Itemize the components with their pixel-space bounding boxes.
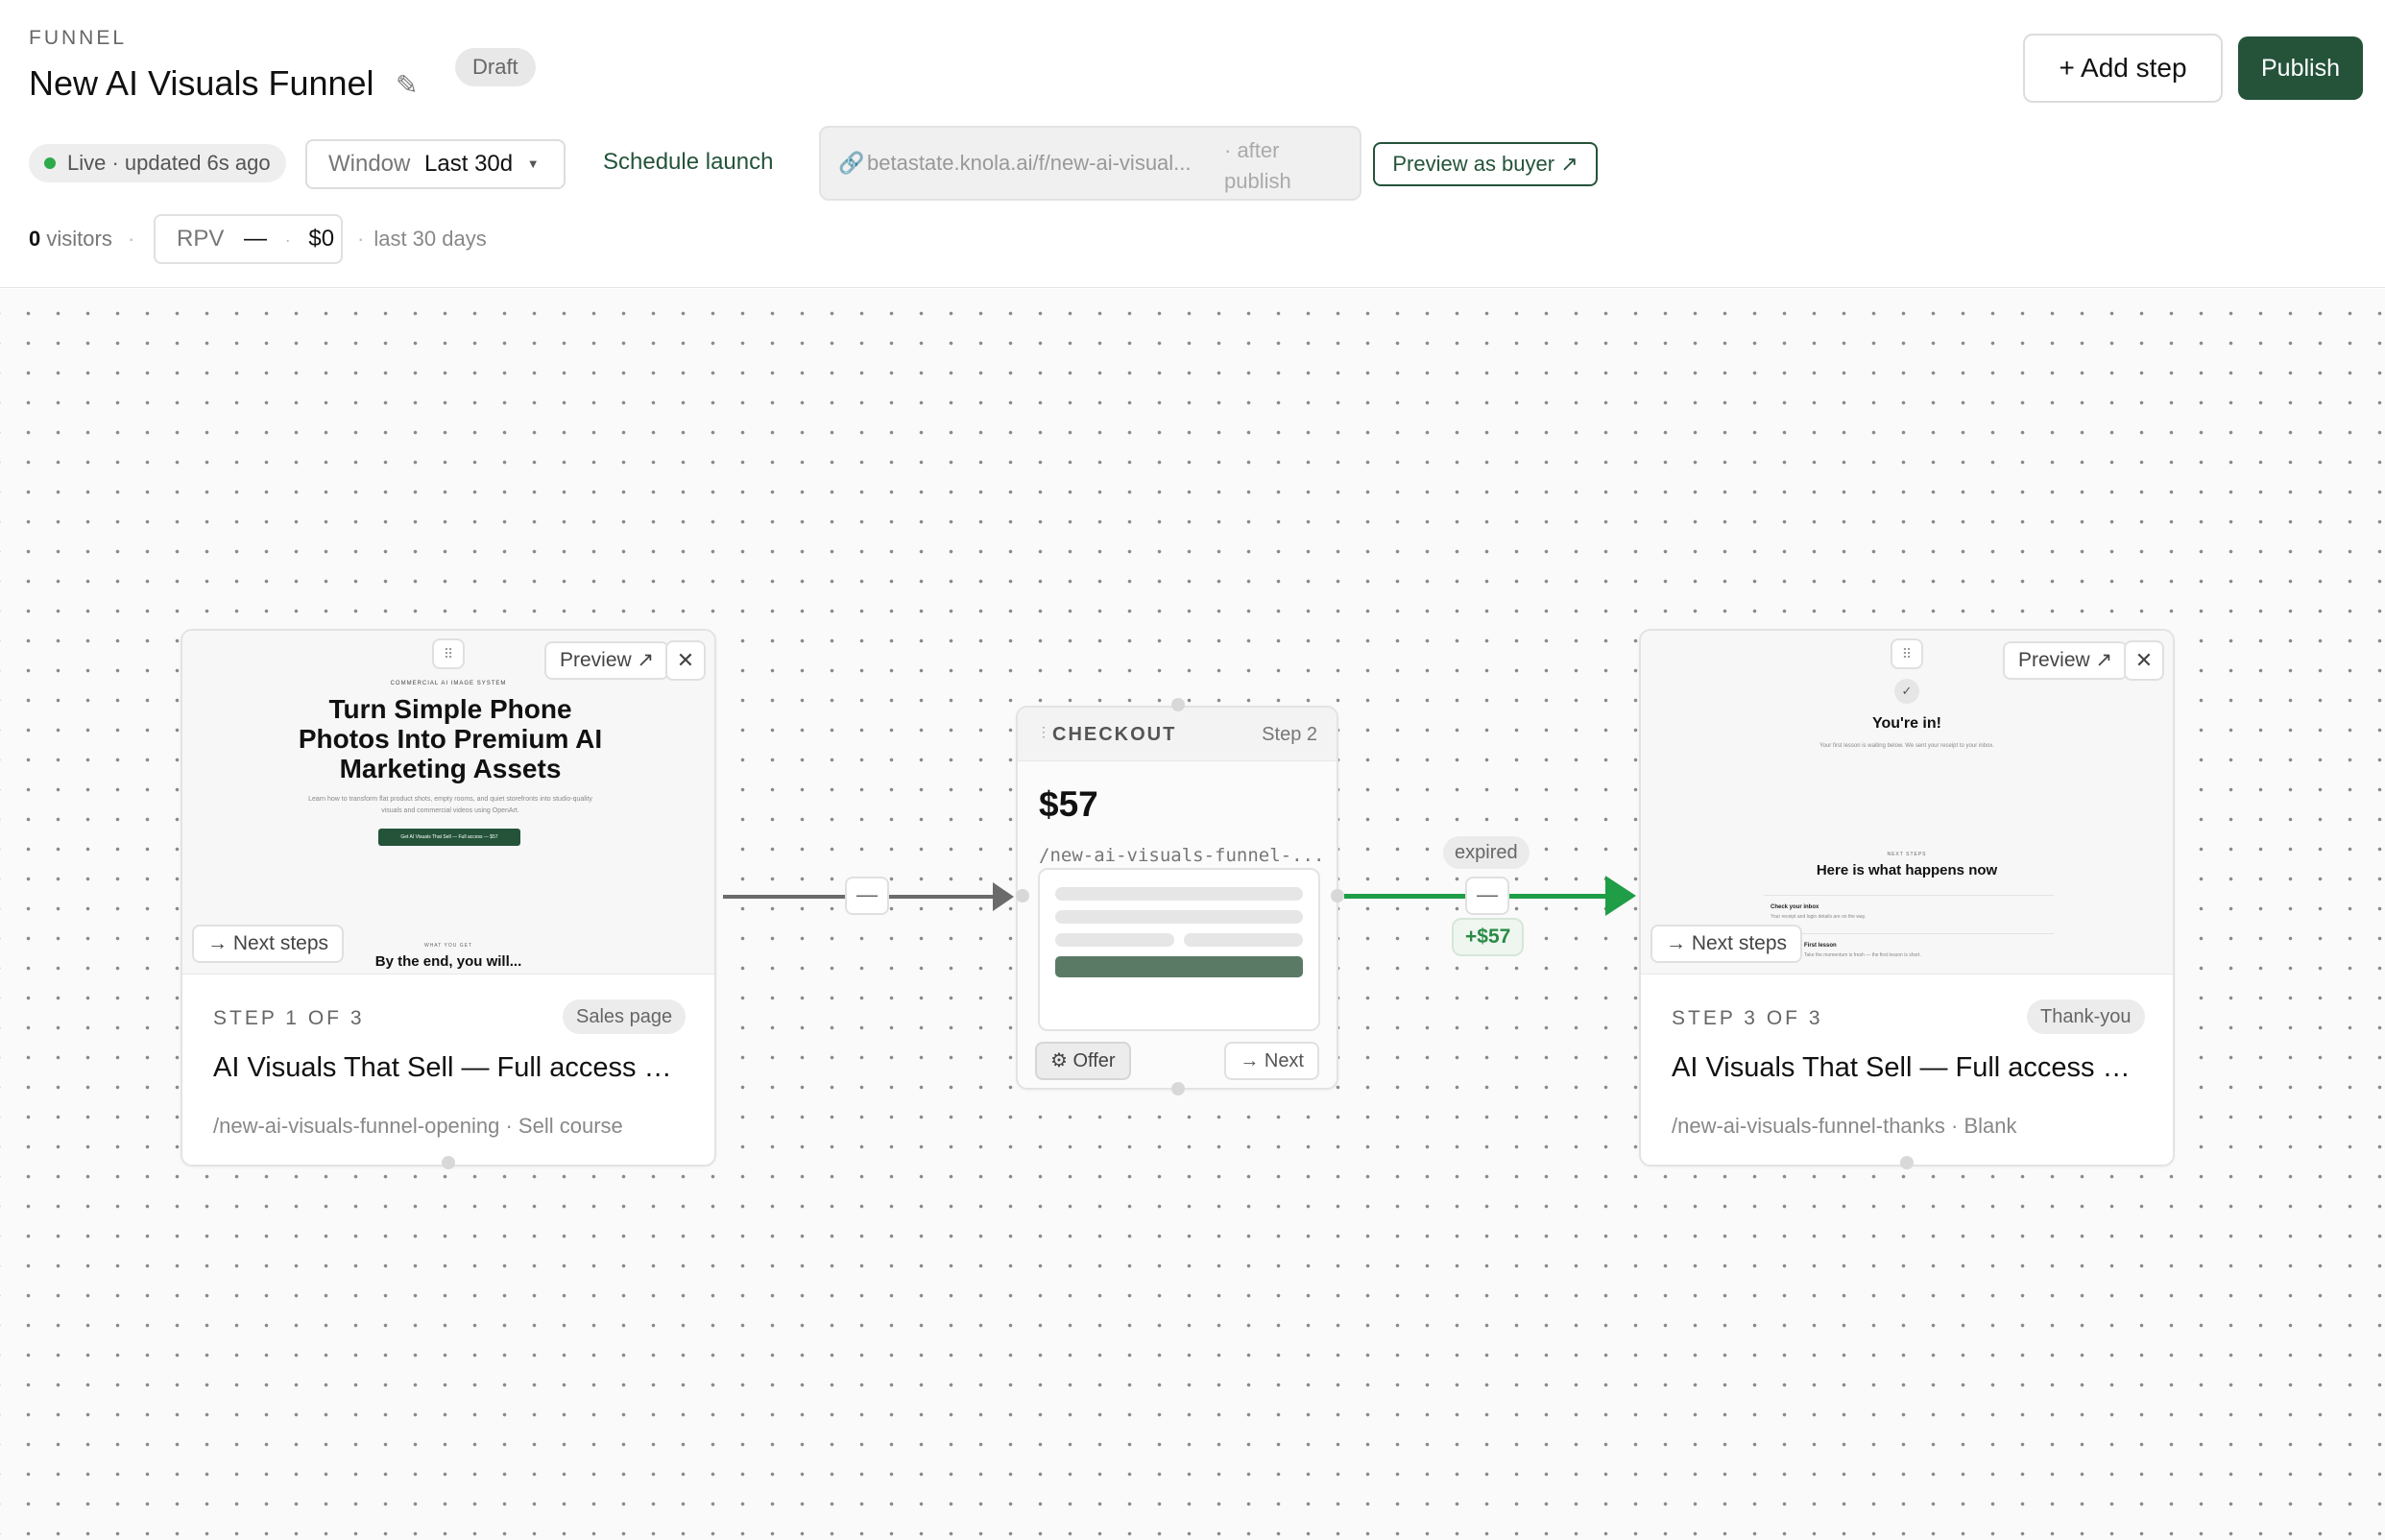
step3-bottom-port[interactable]	[1900, 1156, 1914, 1169]
offer-button[interactable]: ⚙ Offer	[1035, 1042, 1131, 1080]
thumb-headline: Turn Simple Phone Photos Into Premium AI…	[298, 694, 603, 783]
step-type-badge: Thank-you	[2027, 999, 2145, 1034]
checkout-price: $57	[1039, 784, 1098, 824]
drag-handle-icon[interactable]: ⋮	[1037, 724, 1050, 740]
thumb-item2: First lesson	[1804, 943, 1837, 949]
visitors-count: 0	[29, 227, 41, 251]
form-line	[1055, 887, 1303, 901]
checkout-header: ⋮ CHECKOUT Step 2	[1018, 708, 1337, 761]
thumb-item1-body: Your receipt and login details are on th…	[1771, 914, 1867, 920]
step-card-3[interactable]: ✓ You're in! Your first lesson is waitin…	[1639, 629, 2175, 1167]
caret-down-icon: ▼	[526, 156, 540, 171]
step-title: AI Visuals That Sell — Full access — ...	[213, 1052, 693, 1083]
checkout-preview-form	[1038, 868, 1320, 1031]
live-status-label: Live · updated 6s ago	[67, 151, 271, 175]
next-button[interactable]: → Next	[1224, 1042, 1319, 1080]
next-steps-button[interactable]: → Next steps	[192, 925, 345, 963]
edge-arrowhead-green-icon	[1605, 876, 1636, 916]
step-path: /new-ai-visuals-funnel-opening · Sell co…	[213, 1114, 623, 1138]
edge-revenue-badge: +$57	[1452, 918, 1525, 956]
thumb-body: Your first lesson is waiting below. We s…	[1819, 743, 1994, 749]
rpv-label: RPV	[177, 226, 225, 252]
form-line	[1055, 933, 1174, 947]
checkout-kind-label: CHECKOUT	[1052, 724, 1177, 745]
publish-button[interactable]: Publish	[2238, 36, 2363, 100]
funnel-canvas[interactable]: — expired — +$57 COMMERCIAL AI IMAGE SYS…	[0, 289, 2385, 1540]
period-separator: ·	[357, 227, 365, 251]
step1-thumbnail[interactable]: COMMERCIAL AI IMAGE SYSTEM Turn Simple P…	[182, 631, 714, 975]
period-label: · last 30 days	[357, 227, 487, 252]
thumb-item1: Check your inbox	[1771, 904, 1819, 910]
live-status-badge: Live · updated 6s ago	[29, 144, 286, 182]
funnel-url-field: 🔗 betastate.knola.ai/f/new-ai-visual... …	[819, 126, 1361, 201]
step-label: STEP 1 OF 3	[213, 1007, 365, 1029]
period-text: last 30 days	[373, 227, 487, 251]
step-card-1[interactable]: COMMERCIAL AI IMAGE SYSTEM Turn Simple P…	[181, 629, 716, 1167]
rpv-stat: RPV — · $0	[154, 214, 343, 264]
stat-separator: ·	[127, 227, 135, 251]
thumb-cta-button: Get AI Visuals That Sell — Full access —…	[378, 829, 520, 846]
edge1-options-button[interactable]: —	[845, 877, 889, 915]
edge-expired-badge: expired	[1443, 836, 1530, 869]
preview-button[interactable]: Preview ↗	[2003, 641, 2129, 680]
step3-thumbnail[interactable]: ✓ You're in! Your first lesson is waitin…	[1641, 631, 2173, 975]
thumb-section-eyebrow: NEXT STEPS	[1887, 852, 1927, 857]
funnel-url: betastate.knola.ai/f/new-ai-visual...	[867, 151, 1192, 175]
thumb-eyebrow: COMMERCIAL AI IMAGE SYSTEM	[390, 681, 507, 686]
thumb-divider	[1764, 933, 2054, 934]
visitors-stat: 0 visitors ·	[29, 227, 134, 252]
preview-button[interactable]: Preview ↗	[544, 641, 670, 680]
thumb-section-title: Here is what happens now	[1816, 862, 1998, 878]
live-dot-icon	[44, 157, 56, 169]
checkout-left-port[interactable]	[1016, 889, 1029, 902]
checkout-card[interactable]: ⋮ CHECKOUT Step 2 $57 /new-ai-visuals-fu…	[1016, 706, 1338, 1090]
window-select[interactable]: Window Last 30d ▼	[305, 139, 566, 189]
step1-bottom-port[interactable]	[442, 1156, 455, 1169]
rpv-separator: ·	[284, 230, 291, 250]
checkout-path: /new-ai-visuals-funnel-...	[1039, 845, 1323, 866]
checkout-bottom-port[interactable]	[1171, 1082, 1185, 1095]
page-eyebrow: FUNNEL	[29, 27, 128, 49]
page-title: New AI Visuals Funnel	[29, 63, 374, 103]
edge-arrowhead-icon	[993, 882, 1014, 911]
close-icon[interactable]: ✕	[665, 640, 706, 681]
window-value: Last 30d	[424, 151, 514, 177]
thumb-item2-body: Take the momentum is fresh — the first l…	[1804, 952, 1921, 958]
status-badge: Draft	[455, 48, 536, 86]
url-note: · after publish	[1224, 138, 1291, 193]
schedule-launch-link[interactable]: Schedule launch	[603, 149, 773, 176]
step-title: AI Visuals That Sell — Full access — ...	[1672, 1052, 2152, 1083]
preview-as-buyer-button[interactable]: Preview as buyer ↗	[1373, 142, 1598, 186]
checkout-right-port[interactable]	[1331, 889, 1344, 902]
revenue-value: $0	[308, 226, 335, 252]
funnel-header: FUNNEL New AI Visuals Funnel ✎ Draft + A…	[0, 0, 2385, 288]
window-label: Window	[328, 151, 411, 177]
visitors-label: visitors	[46, 227, 112, 251]
form-submit-bar	[1055, 956, 1303, 977]
thumb-divider	[1764, 895, 2054, 896]
link-icon: 🔗	[838, 151, 865, 175]
step-path: /new-ai-visuals-funnel-thanks · Blank	[1672, 1114, 2017, 1138]
edit-title-icon[interactable]: ✎	[396, 69, 418, 101]
add-step-button[interactable]: + Add step	[2023, 34, 2223, 103]
check-icon: ✓	[1894, 679, 1919, 704]
rpv-value: —	[244, 226, 268, 252]
close-icon[interactable]: ✕	[2124, 640, 2164, 681]
form-line	[1184, 933, 1303, 947]
form-line	[1055, 910, 1303, 924]
drag-handle-icon[interactable]: ⠿	[432, 638, 465, 669]
drag-handle-icon[interactable]: ⠿	[1891, 638, 1923, 669]
thumb-headline: You're in!	[1872, 715, 1941, 732]
checkout-step-label: Step 2	[1262, 724, 1317, 745]
thumb-body: Learn how to transform flat product shot…	[308, 796, 592, 814]
next-steps-button[interactable]: → Next steps	[1650, 925, 1803, 963]
step-label: STEP 3 OF 3	[1672, 1007, 1823, 1029]
checkout-top-port[interactable]	[1171, 698, 1185, 711]
step-type-badge: Sales page	[563, 999, 687, 1034]
edge2-options-button[interactable]: —	[1465, 877, 1509, 915]
